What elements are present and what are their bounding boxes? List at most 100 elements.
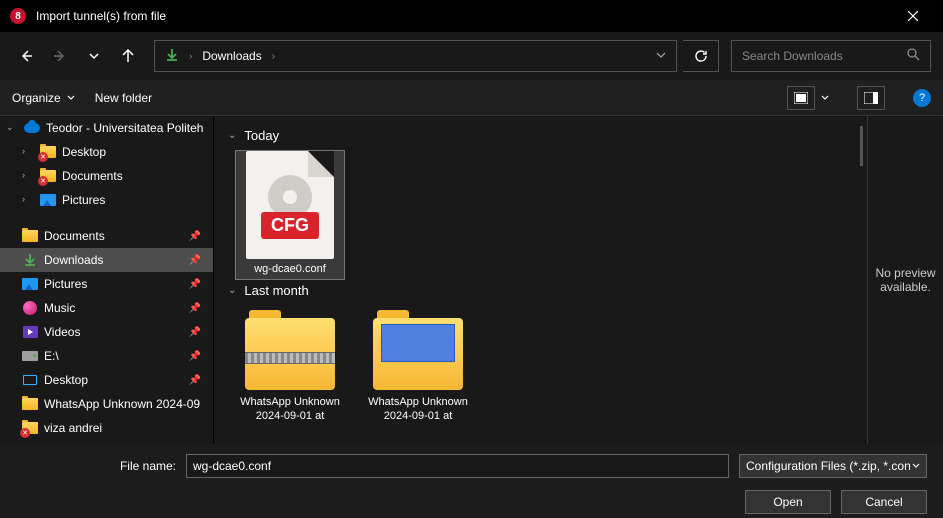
- toolbar: Organize New folder ?: [0, 80, 943, 116]
- sidebar-item-label: viza andrei: [44, 421, 102, 435]
- group-header[interactable]: ⌄ Today: [228, 128, 853, 143]
- file-item[interactable]: WhatsApp Unknown 2024-09-01 at: [236, 306, 344, 426]
- title-bar: 8 Import tunnel(s) from file: [0, 0, 943, 32]
- up-button[interactable]: [114, 42, 142, 70]
- pin-icon: 📌: [189, 351, 201, 362]
- cancel-button[interactable]: Cancel: [841, 490, 927, 514]
- chevron-down-icon: [89, 51, 99, 61]
- sidebar-item-label: Teodor - Universitatea Politeh: [46, 121, 203, 135]
- preview-text: No preview available.: [874, 266, 937, 294]
- filetype-label: Configuration Files (*.zip, *.con: [746, 459, 911, 473]
- open-button[interactable]: Open: [745, 490, 831, 514]
- refresh-icon: [694, 49, 708, 63]
- pin-icon: 📌: [189, 303, 201, 314]
- file-item[interactable]: CFG wg-dcae0.conf: [236, 151, 344, 279]
- zip-folder-icon: [245, 318, 335, 390]
- chevron-down-icon: [67, 94, 75, 102]
- new-folder-button[interactable]: New folder: [95, 91, 152, 105]
- filetype-dropdown[interactable]: Configuration Files (*.zip, *.con: [739, 454, 927, 478]
- forward-button[interactable]: [46, 42, 74, 70]
- refresh-button[interactable]: [683, 40, 719, 72]
- downloads-icon: [165, 48, 179, 65]
- content-pane: ⌄ Today CFG wg-dcae0.conf ⌄ Last month WhatsAp…: [214, 116, 943, 444]
- view-mode-button[interactable]: [787, 86, 815, 110]
- file-label: wg-dcae0.conf: [250, 261, 330, 279]
- pin-icon: 📌: [189, 231, 201, 242]
- arrow-up-icon: [121, 49, 135, 63]
- sidebar-quick-item[interactable]: E:\ 📌: [0, 344, 213, 368]
- pin-icon: 📌: [189, 279, 201, 290]
- sidebar-item-label: Documents: [44, 229, 105, 243]
- group-label: Today: [244, 128, 279, 143]
- navigation-sidebar[interactable]: ⌄Teodor - Universitatea Politeh›✕Desktop…: [0, 116, 214, 444]
- sidebar-item-label: Documents: [62, 169, 123, 183]
- sidebar-quick-item[interactable]: Music 📌: [0, 296, 213, 320]
- close-button[interactable]: [893, 0, 933, 32]
- sidebar-item-label: E:\: [44, 349, 59, 363]
- sidebar-item-label: Pictures: [44, 277, 87, 291]
- sidebar-quick-item[interactable]: ✕viza andrei: [0, 416, 213, 440]
- sidebar-quick-item[interactable]: Downloads 📌: [0, 248, 213, 272]
- arrow-right-icon: [53, 49, 67, 63]
- main-area: ⌄Teodor - Universitatea Politeh›✕Desktop…: [0, 116, 943, 444]
- app-icon: 8: [10, 8, 26, 24]
- address-bar[interactable]: › Downloads ›: [154, 40, 677, 72]
- file-item[interactable]: WhatsApp Unknown 2024-09-01 at: [364, 306, 472, 426]
- chevron-right-icon: ›: [189, 51, 192, 62]
- organize-button[interactable]: Organize: [12, 91, 75, 105]
- search-input[interactable]: [742, 49, 907, 63]
- chevron-down-icon[interactable]: [821, 94, 829, 102]
- sidebar-quick-item[interactable]: Desktop📌: [0, 368, 213, 392]
- organize-label: Organize: [12, 91, 61, 105]
- sidebar-item-label: Pictures: [62, 193, 105, 207]
- preview-pane-icon: [864, 92, 878, 104]
- cfg-file-icon: CFG: [246, 151, 334, 259]
- sidebar-cloud-root[interactable]: ⌄Teodor - Universitatea Politeh: [0, 116, 213, 140]
- preview-pane: No preview available.: [867, 116, 943, 444]
- filename-input[interactable]: [186, 454, 729, 478]
- breadcrumb-current[interactable]: Downloads: [202, 49, 261, 63]
- chevron-right-icon: ›: [272, 51, 275, 62]
- help-button[interactable]: ?: [913, 89, 931, 107]
- filename-label: File name:: [16, 459, 176, 473]
- pin-icon: 📌: [189, 255, 201, 266]
- sidebar-quick-item[interactable]: Videos📌: [0, 320, 213, 344]
- file-list[interactable]: ⌄ Today CFG wg-dcae0.conf ⌄ Last month WhatsAp…: [214, 116, 867, 444]
- thumbnails-icon: [794, 92, 808, 104]
- sidebar-item-label: Desktop: [62, 145, 106, 159]
- newfolder-label: New folder: [95, 91, 152, 105]
- sidebar-item-label: Downloads: [44, 253, 103, 267]
- history-dropdown[interactable]: [80, 42, 108, 70]
- file-label: WhatsApp Unknown 2024-09-01 at: [364, 394, 472, 426]
- back-button[interactable]: [12, 42, 40, 70]
- preview-pane-button[interactable]: [857, 86, 885, 110]
- chevron-down-icon: [656, 50, 666, 60]
- folder-icon: [373, 318, 463, 390]
- open-label: Open: [773, 495, 802, 509]
- footer: File name: Configuration Files (*.zip, *…: [0, 444, 943, 518]
- sidebar-cloud-child[interactable]: ›✕Desktop: [0, 140, 213, 164]
- search-icon: [907, 48, 920, 64]
- search-box[interactable]: [731, 40, 931, 72]
- pin-icon: 📌: [189, 327, 201, 338]
- address-dropdown[interactable]: [656, 49, 666, 63]
- pin-icon: 📌: [189, 375, 201, 386]
- sidebar-item-label: WhatsApp Unknown 2024-09: [44, 397, 200, 411]
- sidebar-quick-item[interactable]: WhatsApp Unknown 2024-09: [0, 392, 213, 416]
- window-title: Import tunnel(s) from file: [36, 9, 893, 23]
- sidebar-cloud-child[interactable]: ›Pictures: [0, 188, 213, 212]
- nav-bar: › Downloads ›: [0, 32, 943, 80]
- sidebar-quick-item[interactable]: Pictures 📌: [0, 272, 213, 296]
- scrollbar[interactable]: [860, 126, 863, 166]
- sidebar-quick-item[interactable]: Documents 📌: [0, 224, 213, 248]
- close-icon: [908, 11, 918, 21]
- group-header[interactable]: ⌄ Last month: [228, 283, 853, 298]
- arrow-left-icon: [19, 49, 33, 63]
- sidebar-cloud-child[interactable]: ›✕Documents: [0, 164, 213, 188]
- chevron-down-icon: ⌄: [228, 285, 236, 296]
- cancel-label: Cancel: [865, 495, 902, 509]
- chevron-down-icon: ⌄: [228, 130, 236, 141]
- sidebar-item-label: Music: [44, 301, 75, 315]
- group-label: Last month: [244, 283, 308, 298]
- file-label: WhatsApp Unknown 2024-09-01 at: [236, 394, 344, 426]
